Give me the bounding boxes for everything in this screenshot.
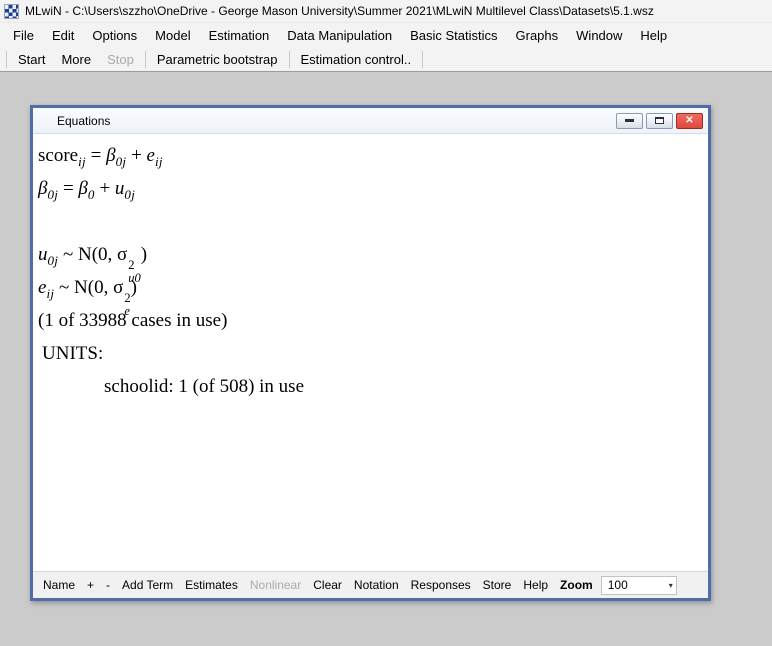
toolbar-button-start[interactable]: Start bbox=[10, 49, 53, 70]
minimize-button[interactable] bbox=[616, 113, 643, 129]
eq-toolbar-minus[interactable]: - bbox=[100, 575, 116, 595]
menu-window[interactable]: Window bbox=[567, 24, 631, 47]
menu-help[interactable]: Help bbox=[631, 24, 676, 47]
close-button[interactable]: ✕ bbox=[676, 113, 703, 129]
app-title: MLwiN - C:\Users\szzho\OneDrive - George… bbox=[25, 4, 654, 18]
equation-line: (1 of 33988 cases in use) bbox=[38, 304, 700, 337]
menu-estimation[interactable]: Estimation bbox=[200, 24, 279, 47]
eq-toolbar-estimates[interactable]: Estimates bbox=[179, 575, 244, 595]
zoom-value: 100 bbox=[608, 578, 628, 592]
eq-toolbar-name[interactable]: Name bbox=[37, 575, 81, 595]
maximize-button[interactable] bbox=[646, 113, 673, 129]
eq-toolbar-responses[interactable]: Responses bbox=[405, 575, 477, 595]
menu-options[interactable]: Options bbox=[83, 24, 146, 47]
zoom-combobox[interactable]: 100 ▾ bbox=[601, 576, 677, 595]
eq-toolbar-add-term[interactable]: Add Term bbox=[116, 575, 179, 595]
menu-basic-statistics[interactable]: Basic Statistics bbox=[401, 24, 506, 47]
workspace: Equations ✕ scoreij = β0j + eijβ0j = β0 … bbox=[0, 72, 772, 646]
toolbar-button-more[interactable]: More bbox=[53, 49, 99, 70]
equations-window: Equations ✕ scoreij = β0j + eijβ0j = β0 … bbox=[30, 105, 711, 601]
equations-toolbar-buttons: Name+-Add TermEstimatesNonlinearClearNot… bbox=[37, 575, 599, 595]
menu-graphs[interactable]: Graphs bbox=[507, 24, 568, 47]
equation-line: UNITS: bbox=[38, 337, 700, 370]
eq-toolbar-help[interactable]: Help bbox=[517, 575, 554, 595]
menu-file[interactable]: File bbox=[4, 24, 43, 47]
equations-titlebar[interactable]: Equations ✕ bbox=[33, 108, 708, 134]
equation-line: scoreij = β0j + eij bbox=[38, 139, 700, 172]
eq-toolbar-clear[interactable]: Clear bbox=[307, 575, 348, 595]
eq-toolbar-zoom[interactable]: Zoom bbox=[554, 575, 599, 595]
eq-toolbar-nonlinear: Nonlinear bbox=[244, 575, 307, 595]
eq-toolbar-notation[interactable]: Notation bbox=[348, 575, 405, 595]
window-controls: ✕ bbox=[616, 113, 703, 129]
menu-edit[interactable]: Edit bbox=[43, 24, 83, 47]
menu-bar: FileEditOptionsModelEstimationData Manip… bbox=[0, 23, 772, 48]
eq-toolbar-store[interactable]: Store bbox=[477, 575, 518, 595]
menu-model[interactable]: Model bbox=[146, 24, 199, 47]
mlwin-app-icon bbox=[4, 4, 19, 19]
close-icon: ✕ bbox=[685, 116, 693, 126]
chevron-down-icon[interactable]: ▾ bbox=[669, 581, 676, 590]
minimize-icon bbox=[625, 119, 634, 122]
toolbar-button-parametric-bootstrap[interactable]: Parametric bootstrap bbox=[149, 49, 286, 70]
toolbar-button-stop: Stop bbox=[99, 49, 142, 70]
toolbar-button-estimation-control[interactable]: Estimation control.. bbox=[293, 49, 420, 70]
equation-line: β0j = β0 + u0j bbox=[38, 172, 700, 205]
equations-title: Equations bbox=[57, 114, 110, 128]
maximize-icon bbox=[655, 117, 664, 124]
eq-toolbar-plus[interactable]: + bbox=[81, 575, 100, 595]
toolbar-separator bbox=[145, 51, 146, 68]
equation-line: u0j ~ N(0, σ2u0) bbox=[38, 238, 700, 271]
equation-line bbox=[38, 205, 700, 238]
main-toolbar: StartMoreStop Parametric bootstrap Estimat… bbox=[0, 48, 772, 72]
equations-content: scoreij = β0j + eijβ0j = β0 + u0j u0j ~ N… bbox=[33, 134, 708, 571]
toolbar-separator bbox=[6, 51, 7, 68]
app-titlebar[interactable]: MLwiN - C:\Users\szzho\OneDrive - George… bbox=[0, 0, 772, 23]
toolbar-separator bbox=[422, 51, 423, 68]
menu-data-manipulation[interactable]: Data Manipulation bbox=[278, 24, 401, 47]
equations-toolbar: Name+-Add TermEstimatesNonlinearClearNot… bbox=[33, 571, 708, 598]
toolbar-separator bbox=[289, 51, 290, 68]
equation-line: schoolid: 1 (of 508) in use bbox=[38, 370, 700, 403]
